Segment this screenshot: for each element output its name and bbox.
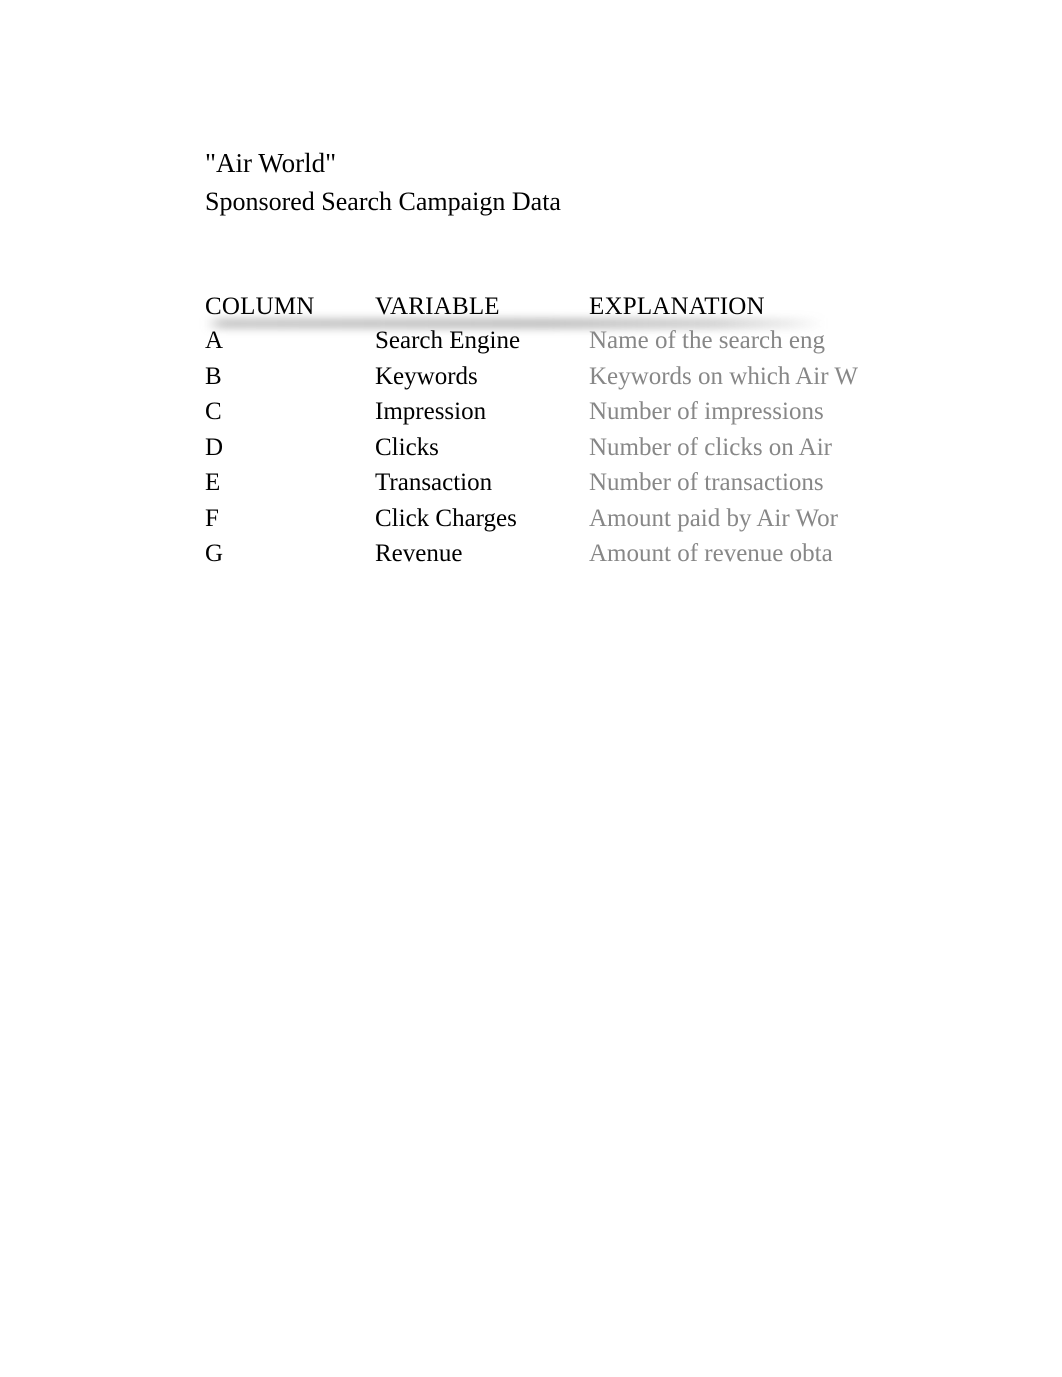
cell-column-letter: C (205, 398, 222, 425)
table-header-row: COLUMN VARIABLE EXPLANATION (205, 290, 995, 329)
cell-variable-name: Transaction (375, 469, 493, 496)
cell-column-letter: D (205, 433, 224, 461)
table-row: A Search Engine Name of the search eng (205, 323, 995, 359)
table-row: B Keywords Keywords on which Air W (205, 359, 995, 395)
cell-column-letter: G (205, 540, 224, 567)
cell-explanation-text: Amount paid by Air Wor (589, 504, 838, 532)
cell-column-letter: F (205, 504, 219, 532)
cell-variable-name: Clicks (375, 433, 439, 461)
title-block: "Air World" Sponsored Search Campaign Da… (205, 144, 965, 220)
cell-explanation-text: Number of transactions (589, 469, 824, 496)
cell-explanation-text: Number of clicks on Air (589, 433, 833, 461)
column-header-variable: VARIABLE (375, 293, 500, 320)
cell-explanation-text: Name of the search eng (589, 327, 825, 354)
cell-explanation-text: Amount of revenue obta (589, 540, 833, 567)
table-row: D Clicks Number of clicks on Air (205, 430, 995, 466)
table-row: E Transaction Number of transactions (205, 465, 995, 501)
cell-explanation-text: Number of impressions (589, 398, 824, 425)
cell-variable-name: Search Engine (375, 327, 521, 354)
table-row: F Click Charges Amount paid by Air Wor (205, 501, 995, 537)
cell-column-letter: A (205, 327, 224, 354)
cell-variable-name: Click Charges (375, 504, 517, 532)
table-row: C Impression Number of impressions (205, 394, 995, 430)
cell-variable-name: Revenue (375, 540, 463, 567)
document-page: "Air World" Sponsored Search Campaign Da… (0, 0, 1062, 1377)
page-subtitle: Sponsored Search Campaign Data (205, 187, 561, 216)
page-title: "Air World" (205, 148, 337, 178)
cell-column-letter: E (205, 469, 221, 496)
cell-variable-name: Keywords (375, 362, 478, 390)
cell-explanation-text: Keywords on which Air W (589, 362, 858, 390)
cell-column-letter: B (205, 362, 222, 390)
variable-definition-table: COLUMN VARIABLE EXPLANATION A Search Engine… (205, 290, 995, 572)
column-header-column: COLUMN (205, 293, 315, 320)
cell-variable-name: Impression (375, 398, 487, 425)
column-header-explanation: EXPLANATION (589, 293, 765, 320)
table-row: G Revenue Amount of revenue obta (205, 536, 995, 572)
